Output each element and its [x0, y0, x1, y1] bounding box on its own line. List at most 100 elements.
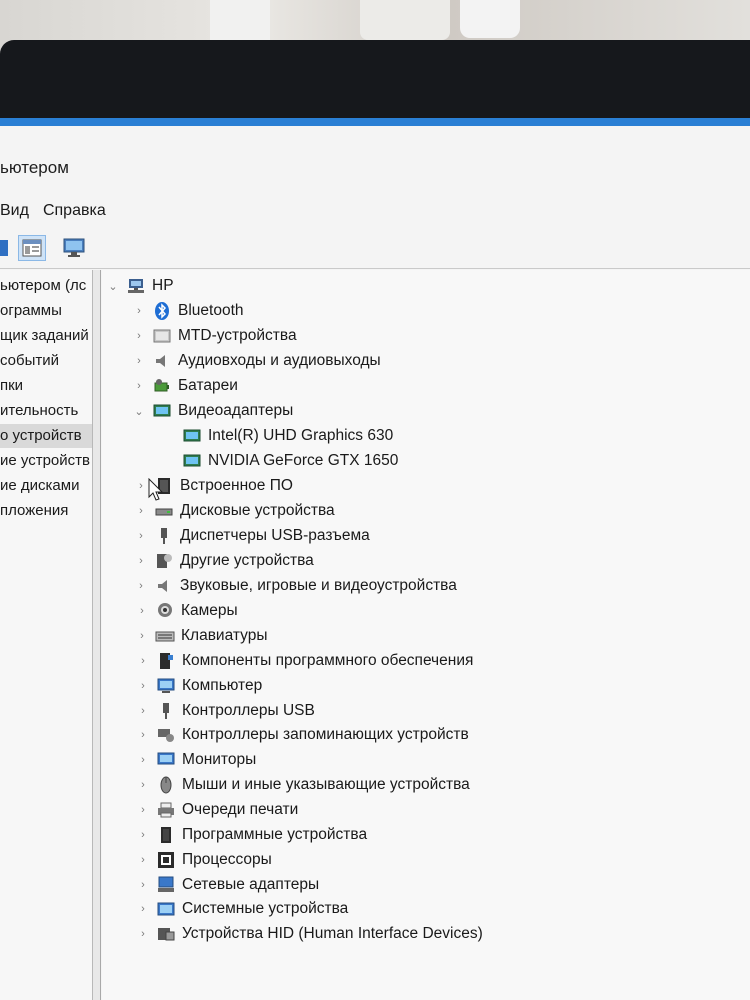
scan-hardware-button[interactable] [60, 235, 88, 261]
chevron-down-icon[interactable]: ⌄ [132, 404, 146, 418]
tree-node-batteries[interactable]: › Батареи [132, 374, 238, 398]
tree-node-label: Контроллеры запоминающих устройств [182, 726, 469, 743]
tree-node-label: Контроллеры USB [182, 702, 315, 719]
tree-node-storage-controllers[interactable]: › Контроллеры запоминающих устройств [136, 723, 469, 747]
sound-icon [158, 580, 167, 592]
tree-node-usb-controllers[interactable]: › Контроллеры USB [136, 699, 315, 723]
chevron-right-icon[interactable]: › [134, 504, 148, 518]
chevron-right-icon[interactable]: › [134, 479, 148, 493]
tree-node-label: Батареи [178, 377, 238, 394]
device-tree: ⌄ HP › Bluetooth › MTD-устройства › Ауди… [102, 270, 750, 1000]
window-accent-bar [0, 118, 750, 126]
tree-root[interactable]: ⌄ HP [106, 274, 174, 298]
tree-node-display-adapters[interactable]: ⌄ Видеоадаптеры [132, 399, 293, 423]
tree-node-label: Клавиатуры [181, 627, 268, 644]
console-item[interactable]: щик заданий [0, 324, 92, 348]
console-item[interactable]: ие устройств [0, 449, 92, 473]
tree-node-disk-drives[interactable]: › Дисковые устройства [134, 499, 335, 523]
tree-node-hid[interactable]: › Устройства HID (Human Interface Device… [136, 922, 483, 946]
usb-connector-icon [161, 528, 167, 544]
pane-splitter[interactable] [93, 270, 101, 1000]
tree-node-network-adapters[interactable]: › Сетевые адаптеры [136, 873, 319, 897]
tree-node-processors[interactable]: › Процессоры [136, 848, 272, 872]
console-item[interactable]: событий [0, 349, 92, 373]
tree-node-label: Мыши и иные указывающие устройства [182, 776, 470, 793]
tree-node-software-components[interactable]: › Компоненты программного обеспечения [136, 649, 473, 673]
console-item[interactable]: ьютером (лс [0, 274, 92, 298]
chevron-down-icon[interactable]: ⌄ [106, 279, 120, 293]
tree-node-label: MTD-устройства [178, 327, 297, 344]
console-item[interactable]: ограммы [0, 299, 92, 323]
console-item[interactable]: ительность [0, 399, 92, 423]
monitor-icon [157, 752, 175, 765]
chevron-right-icon[interactable]: › [135, 629, 149, 643]
display-adapter-icon [183, 454, 201, 467]
chevron-right-icon[interactable]: › [132, 354, 146, 368]
disk-drive-icon [155, 508, 173, 516]
chevron-right-icon[interactable]: › [132, 329, 146, 343]
tree-node-usb-connector[interactable]: › Диспетчеры USB-разъема [134, 524, 370, 548]
tree-child-nvidia-gpu[interactable]: NVIDIA GeForce GTX 1650 [182, 449, 398, 473]
chevron-right-icon[interactable]: › [134, 554, 148, 568]
background-object [460, 0, 520, 38]
background-object [210, 0, 270, 42]
chevron-right-icon[interactable]: › [136, 803, 150, 817]
properties-button[interactable] [18, 235, 46, 261]
console-item[interactable]: ие дисками [0, 474, 92, 498]
tree-node-keyboards[interactable]: › Клавиатуры [135, 624, 267, 648]
tree-node-label: Компоненты программного обеспечения [182, 652, 474, 669]
software-device-icon [161, 827, 171, 843]
chevron-right-icon[interactable]: › [134, 529, 148, 543]
tree-root-label: HP [152, 277, 174, 294]
device-manager-window: ьютером Вид Справка ьютером (лс ограммы … [0, 118, 750, 1000]
tree-node-monitors[interactable]: › Мониторы [136, 748, 256, 772]
display-adapter-icon [153, 404, 171, 417]
window-title: ьютером [0, 158, 69, 177]
tree-child-intel-gpu[interactable]: Intel(R) UHD Graphics 630 [182, 424, 393, 448]
chevron-right-icon[interactable]: › [134, 579, 148, 593]
network-adapter-icon [158, 876, 174, 892]
chevron-right-icon[interactable]: › [136, 927, 150, 941]
console-item[interactable]: пложения [0, 499, 92, 523]
tree-node-software-devices[interactable]: › Программные устройства [136, 823, 367, 847]
computer-root-icon [128, 279, 144, 293]
tree-node-system-devices[interactable]: › Системные устройства [136, 897, 348, 921]
tree-node-audio-io[interactable]: › Аудиовходы и аудиовыходы [132, 349, 381, 373]
mouse-icon [160, 776, 172, 794]
menu-view[interactable]: Вид [0, 202, 29, 226]
toolbar-separator [0, 268, 750, 269]
tree-node-label: Встроенное ПО [180, 477, 293, 494]
hid-icon [158, 928, 175, 941]
chevron-right-icon[interactable]: › [136, 828, 150, 842]
chevron-right-icon[interactable]: › [136, 778, 150, 792]
tree-node-sound[interactable]: › Звуковые, игровые и видеоустройства [134, 574, 457, 598]
tree-node-mice[interactable]: › Мыши и иные указывающие устройства [136, 773, 470, 797]
tree-node-other-devices[interactable]: › Другие устройства [134, 549, 314, 573]
chevron-right-icon[interactable]: › [136, 704, 150, 718]
chevron-right-icon[interactable]: › [136, 853, 150, 867]
tree-node-computer[interactable]: › Компьютер [136, 674, 262, 698]
tree-node-cameras[interactable]: › Камеры [135, 599, 238, 623]
chevron-right-icon[interactable]: › [132, 379, 146, 393]
properties-icon [22, 239, 42, 257]
chevron-right-icon[interactable]: › [136, 902, 150, 916]
scan-hardware-icon [63, 238, 85, 257]
chevron-right-icon[interactable]: › [136, 654, 150, 668]
console-item[interactable]: пки [0, 374, 92, 398]
tree-node-mtd[interactable]: › MTD-устройства [132, 324, 297, 348]
tree-node-label: Устройства HID (Human Interface Devices) [182, 925, 483, 942]
console-item-device-manager[interactable]: о устройств [0, 424, 92, 448]
processor-icon [158, 852, 174, 868]
view-toggle-button[interactable] [0, 235, 8, 261]
bluetooth-icon [155, 302, 169, 320]
chevron-right-icon[interactable]: › [136, 679, 150, 693]
tree-node-label: Дисковые устройства [180, 502, 335, 519]
chevron-right-icon[interactable]: › [132, 304, 146, 318]
chevron-right-icon[interactable]: › [136, 728, 150, 742]
chevron-right-icon[interactable]: › [136, 753, 150, 767]
tree-node-print-queues[interactable]: › Очереди печати [136, 798, 298, 822]
chevron-right-icon[interactable]: › [136, 878, 150, 892]
menu-help[interactable]: Справка [43, 202, 106, 226]
chevron-right-icon[interactable]: › [135, 604, 149, 618]
tree-node-bluetooth[interactable]: › Bluetooth [132, 299, 244, 323]
